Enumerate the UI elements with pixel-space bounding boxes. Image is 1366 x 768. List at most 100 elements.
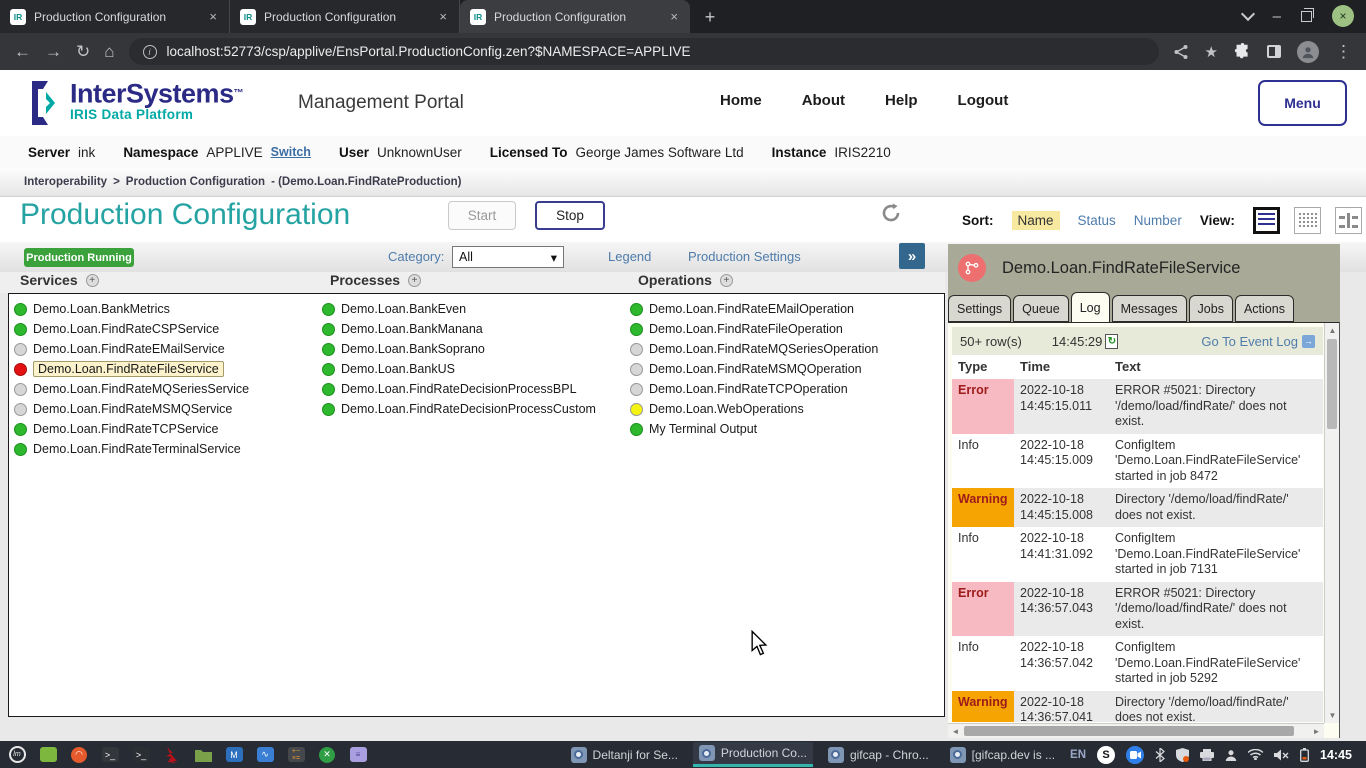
terminal-icon-2[interactable]: >_ bbox=[130, 745, 152, 765]
new-tab-button[interactable]: + bbox=[696, 3, 724, 31]
security-shield-icon[interactable] bbox=[1176, 748, 1189, 762]
minimize-button[interactable]: – bbox=[1273, 8, 1281, 25]
scroll-up-icon[interactable]: ▲ bbox=[1325, 323, 1340, 338]
config-item-label[interactable]: Demo.Loan.FindRateCSPService bbox=[33, 322, 219, 336]
config-item[interactable]: Demo.Loan.BankManana bbox=[322, 319, 596, 339]
refresh-spinner-icon[interactable] bbox=[879, 201, 903, 225]
log-col-text[interactable]: Text bbox=[1109, 355, 1323, 379]
tab-actions[interactable]: Actions bbox=[1235, 295, 1294, 322]
config-item[interactable]: Demo.Loan.FindRateMSMQOperation bbox=[630, 359, 878, 379]
terminal-icon[interactable]: >_ bbox=[99, 745, 121, 765]
window-manager-icon[interactable] bbox=[37, 745, 59, 765]
config-item[interactable]: Demo.Loan.BankUS bbox=[322, 359, 596, 379]
go-to-event-log-link[interactable]: Go To Event Log → bbox=[1201, 334, 1315, 349]
browser-tab-2[interactable]: IR Production Configuration × bbox=[230, 0, 460, 33]
tab-settings[interactable]: Settings bbox=[948, 295, 1011, 322]
tab-jobs[interactable]: Jobs bbox=[1189, 295, 1233, 322]
code-editor-icon[interactable]: M bbox=[223, 745, 245, 765]
browser-tab-3-active[interactable]: IR Production Configuration × bbox=[460, 0, 690, 33]
auto-refresh-icon[interactable]: ↻ bbox=[1105, 334, 1118, 349]
config-item-label[interactable]: Demo.Loan.FindRateMQSeriesService bbox=[33, 382, 249, 396]
add-service-icon[interactable]: + bbox=[86, 274, 99, 287]
wifi-icon[interactable] bbox=[1248, 749, 1263, 760]
sort-by-number[interactable]: Number bbox=[1134, 213, 1182, 228]
config-item-label[interactable]: Demo.Loan.FindRateTCPOperation bbox=[649, 382, 848, 396]
config-item-label[interactable]: Demo.Loan.BankUS bbox=[341, 362, 455, 376]
nav-help-link[interactable]: Help bbox=[885, 92, 918, 109]
profile-avatar[interactable] bbox=[1297, 41, 1319, 63]
battery-icon[interactable] bbox=[1300, 748, 1309, 762]
tab-close-icon[interactable]: × bbox=[207, 9, 219, 24]
vertical-scroll-thumb[interactable] bbox=[1327, 339, 1337, 429]
taskbar-window-gifcap-dev[interactable]: [gifcap.dev is ... bbox=[944, 742, 1061, 767]
log-row[interactable]: Info 2022-10-1814:36:57.042 ConfigItem '… bbox=[952, 636, 1323, 691]
event-log-link-text[interactable]: Go To Event Log bbox=[1201, 334, 1298, 349]
config-item-label[interactable]: Demo.Loan.FindRateTCPService bbox=[33, 422, 219, 436]
stop-button[interactable]: Stop bbox=[535, 201, 605, 230]
config-item[interactable]: My Terminal Output bbox=[630, 419, 878, 439]
legend-link[interactable]: Legend bbox=[608, 249, 651, 264]
config-item-label[interactable]: Demo.Loan.BankMetrics bbox=[33, 302, 170, 316]
tab-log[interactable]: Log bbox=[1071, 292, 1110, 322]
config-item[interactable]: Demo.Loan.FindRateTCPOperation bbox=[630, 379, 878, 399]
nav-logout-link[interactable]: Logout bbox=[958, 92, 1009, 109]
config-item-label[interactable]: Demo.Loan.FindRateTerminalService bbox=[33, 442, 241, 456]
red-app-icon[interactable] bbox=[161, 745, 183, 765]
grid-view-button[interactable] bbox=[1294, 207, 1321, 234]
taskbar-clock[interactable]: 14:45 bbox=[1320, 748, 1352, 762]
scroll-right-icon[interactable]: ► bbox=[1309, 724, 1324, 739]
calculator-icon[interactable]: +−×= bbox=[285, 745, 307, 765]
bluetooth-icon[interactable] bbox=[1155, 748, 1165, 762]
share-icon[interactable] bbox=[1173, 44, 1189, 60]
horizontal-scroll-thumb[interactable] bbox=[964, 726, 1294, 736]
taskbar-window-gifcap[interactable]: gifcap - Chro... bbox=[822, 742, 935, 767]
log-row[interactable]: Error 2022-10-1814:36:57.043 ERROR #5021… bbox=[952, 582, 1323, 637]
config-item[interactable]: Demo.Loan.FindRateDecisionProcessBPL bbox=[322, 379, 596, 399]
config-item[interactable]: Demo.Loan.FindRateMSMQService bbox=[14, 399, 249, 419]
config-item[interactable]: Demo.Loan.FindRateTCPService bbox=[14, 419, 249, 439]
log-row[interactable]: Info 2022-10-1814:45:15.009 ConfigItem '… bbox=[952, 434, 1323, 489]
config-item[interactable]: Demo.Loan.FindRateMQSeriesService bbox=[14, 379, 249, 399]
language-indicator[interactable]: EN bbox=[1070, 749, 1086, 761]
site-info-icon[interactable]: i bbox=[143, 45, 157, 59]
tab-search-chevron-icon[interactable] bbox=[1241, 7, 1255, 21]
config-item-label[interactable]: Demo.Loan.BankSoprano bbox=[341, 342, 485, 356]
log-row[interactable]: Warning 2022-10-1814:45:15.008 Directory… bbox=[952, 488, 1323, 527]
config-item-label[interactable]: Demo.Loan.FindRateDecisionProcessBPL bbox=[341, 382, 577, 396]
tab-close-icon[interactable]: × bbox=[668, 9, 680, 24]
side-panel-icon[interactable] bbox=[1267, 45, 1281, 58]
config-item-label[interactable]: My Terminal Output bbox=[649, 422, 757, 436]
url-text[interactable]: localhost:52773/csp/applive/EnsPortal.Pr… bbox=[167, 44, 691, 59]
taskbar-window-deltanji[interactable]: Deltanji for Se... bbox=[565, 742, 684, 767]
scroll-down-icon[interactable]: ▼ bbox=[1325, 708, 1340, 723]
split-view-button[interactable] bbox=[1335, 207, 1362, 234]
config-item[interactable]: Demo.Loan.BankEven bbox=[322, 299, 596, 319]
browser-tab-1[interactable]: IR Production Configuration × bbox=[0, 0, 230, 33]
production-settings-link[interactable]: Production Settings bbox=[688, 249, 801, 264]
config-item-label[interactable]: Demo.Loan.FindRateEMailService bbox=[33, 342, 225, 356]
reload-icon[interactable]: ↻ bbox=[76, 42, 90, 62]
restore-button[interactable] bbox=[1301, 11, 1312, 22]
green-x-app-icon[interactable]: ✕ bbox=[316, 745, 338, 765]
start-button[interactable]: Start bbox=[448, 201, 516, 230]
add-process-icon[interactable]: + bbox=[408, 274, 421, 287]
log-col-type[interactable]: Type bbox=[952, 355, 1014, 379]
media-app-icon[interactable]: ∿ bbox=[254, 745, 276, 765]
sort-by-name[interactable]: Name bbox=[1012, 211, 1060, 230]
config-item[interactable]: Demo.Loan.FindRateTerminalService bbox=[14, 439, 249, 459]
config-item-selected[interactable]: Demo.Loan.FindRateFileService bbox=[14, 359, 249, 379]
log-col-time[interactable]: Time bbox=[1014, 355, 1109, 379]
config-item-label[interactable]: Demo.Loan.BankManana bbox=[341, 322, 483, 336]
config-item[interactable]: Demo.Loan.FindRateDecisionProcessCustom bbox=[322, 399, 596, 419]
switch-namespace-link[interactable]: Switch bbox=[271, 145, 311, 159]
camera-icon[interactable] bbox=[1126, 746, 1144, 764]
config-item[interactable]: Demo.Loan.FindRateCSPService bbox=[14, 319, 249, 339]
url-input[interactable]: i localhost:52773/csp/applive/EnsPortal.… bbox=[129, 38, 1159, 65]
config-item-label[interactable]: Demo.Loan.FindRateDecisionProcessCustom bbox=[341, 402, 596, 416]
skype-icon[interactable]: S bbox=[1097, 746, 1115, 764]
config-item[interactable]: Demo.Loan.BankSoprano bbox=[322, 339, 596, 359]
taskbar-window-production-active[interactable]: Production Co... bbox=[693, 742, 813, 767]
log-row[interactable]: Error 2022-10-1814:45:15.011 ERROR #5021… bbox=[952, 379, 1323, 434]
printer-icon[interactable] bbox=[1200, 749, 1214, 761]
tab-close-icon[interactable]: × bbox=[437, 9, 449, 24]
